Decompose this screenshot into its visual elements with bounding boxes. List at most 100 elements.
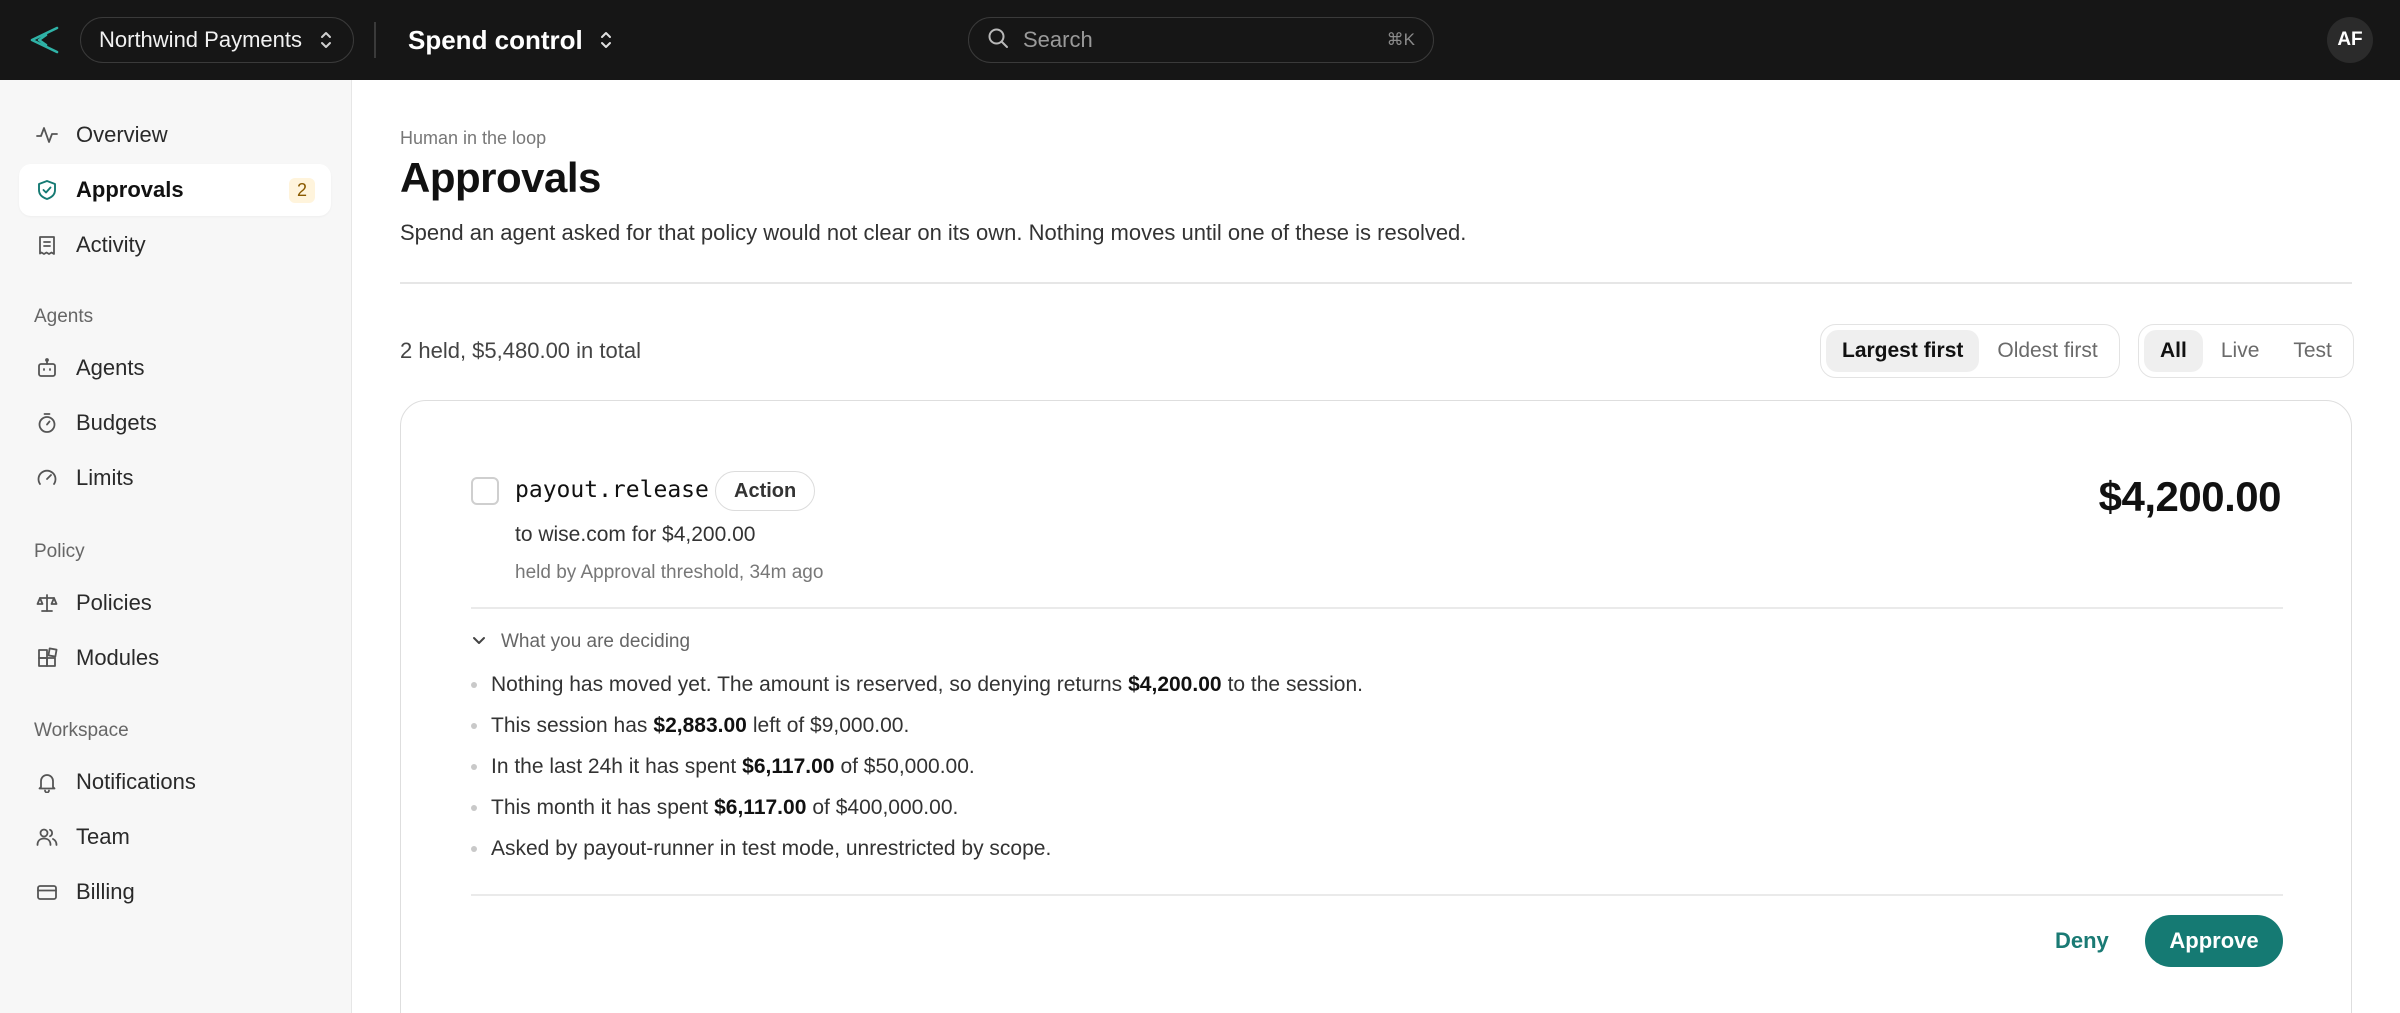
credit-card-icon bbox=[35, 880, 59, 904]
search-input[interactable]: Search ⌘K bbox=[968, 17, 1434, 63]
action-name: payout.release bbox=[515, 477, 709, 503]
sidebar-item-approvals[interactable]: Approvals 2 bbox=[19, 164, 331, 216]
bot-icon bbox=[35, 356, 59, 380]
users-icon bbox=[35, 825, 59, 849]
disclosure-label: What you are deciding bbox=[501, 631, 691, 652]
sidebar-item-modules[interactable]: Modules bbox=[19, 632, 331, 684]
deny-button[interactable]: Deny bbox=[2037, 915, 2127, 967]
sidebar-item-notifications[interactable]: Notifications bbox=[19, 756, 331, 808]
search-placeholder: Search bbox=[1023, 27, 1093, 52]
bullet-icon bbox=[471, 846, 477, 852]
sidebar-section-policy: Policy bbox=[34, 541, 85, 562]
user-avatar[interactable]: AF bbox=[2327, 17, 2373, 63]
receipt-icon bbox=[35, 233, 59, 257]
sidebar-item-label: Limits bbox=[76, 465, 134, 490]
decision-fact: This month it has spent $6,117.00 of $40… bbox=[471, 796, 958, 820]
approval-card: payout.release Action to wise.com for $4… bbox=[400, 400, 2352, 1013]
gauge-icon bbox=[35, 466, 59, 490]
sidebar-item-team[interactable]: Team bbox=[19, 811, 331, 863]
fact-amount: $4,200.00 bbox=[1128, 673, 1222, 696]
approve-button[interactable]: Approve bbox=[2145, 915, 2283, 967]
decision-details-toggle[interactable]: What you are deciding bbox=[471, 631, 690, 653]
shield-check-icon bbox=[35, 178, 59, 202]
header-divider bbox=[374, 22, 376, 58]
header-divider bbox=[400, 282, 2352, 284]
sidebar-item-label: Activity bbox=[76, 232, 146, 257]
bullet-icon bbox=[471, 682, 477, 688]
chevron-up-down-icon bbox=[317, 28, 335, 52]
fact-text: This session has bbox=[491, 714, 648, 737]
chevron-down-icon bbox=[471, 632, 487, 653]
mode-toggle: All Live Test bbox=[2138, 324, 2354, 378]
sidebar-item-budgets[interactable]: Budgets bbox=[19, 397, 331, 449]
sort-oldest-first[interactable]: Oldest first bbox=[1981, 330, 2113, 372]
card-divider bbox=[471, 894, 2283, 896]
fact-text: left of $9,000.00. bbox=[752, 714, 910, 737]
org-name: Northwind Payments bbox=[99, 27, 302, 52]
sidebar-item-label: Team bbox=[76, 824, 130, 849]
sidebar-item-label: Modules bbox=[76, 645, 160, 670]
stopwatch-icon bbox=[35, 411, 59, 435]
sidebar-item-label: Billing bbox=[76, 879, 135, 904]
sidebar-item-agents[interactable]: Agents bbox=[19, 342, 331, 394]
top-bar: Northwind Payments Spend control Search … bbox=[0, 0, 2400, 80]
fact-text: of $400,000.00. bbox=[812, 796, 959, 819]
sidebar-item-policies[interactable]: Policies bbox=[19, 577, 331, 629]
sidebar: Overview Approvals 2 Activity Agents Age… bbox=[0, 80, 352, 1013]
search-icon bbox=[987, 27, 1009, 54]
decision-fact: This session has $2,883.00 left of $9,00… bbox=[471, 714, 909, 738]
fact-amount: $6,117.00 bbox=[742, 755, 835, 778]
activity-icon bbox=[35, 123, 59, 147]
mode-live[interactable]: Live bbox=[2205, 330, 2276, 372]
card-divider bbox=[471, 607, 2283, 609]
decision-fact: In the last 24h it has spent $6,117.00 o… bbox=[471, 755, 975, 779]
fact-text: This month it has spent bbox=[491, 796, 709, 819]
scale-icon bbox=[35, 591, 59, 615]
sort-toggle: Largest first Oldest first bbox=[1820, 324, 2120, 378]
search-shortcut: ⌘K bbox=[1386, 30, 1415, 49]
fact-text: of $50,000.00. bbox=[840, 755, 975, 778]
action-description: to wise.com for $4,200.00 bbox=[515, 523, 756, 546]
sidebar-item-limits[interactable]: Limits bbox=[19, 452, 331, 504]
page-eyebrow: Human in the loop bbox=[400, 128, 547, 148]
sort-largest-first[interactable]: Largest first bbox=[1826, 330, 1980, 372]
product-name: Spend control bbox=[408, 24, 583, 55]
approvals-count-badge: 2 bbox=[288, 177, 315, 203]
main-content: Human in the loop Approvals Spend an age… bbox=[352, 80, 2400, 1013]
sidebar-item-label: Budgets bbox=[76, 410, 157, 435]
sidebar-item-overview[interactable]: Overview bbox=[19, 109, 331, 161]
app-logo-icon[interactable] bbox=[24, 20, 64, 60]
decision-fact: Nothing has moved yet. The amount is res… bbox=[471, 673, 1363, 697]
sidebar-section-workspace: Workspace bbox=[34, 720, 129, 741]
bell-icon bbox=[35, 770, 59, 794]
chevron-up-down-icon bbox=[597, 28, 615, 52]
sidebar-item-label: Approvals bbox=[76, 177, 184, 202]
approval-amount: $4,200.00 bbox=[2098, 473, 2282, 520]
fact-text: to the session. bbox=[1227, 673, 1363, 696]
held-by-text: held by Approval threshold, 34m ago bbox=[515, 562, 824, 583]
sidebar-item-billing[interactable]: Billing bbox=[19, 866, 331, 918]
sidebar-item-label: Overview bbox=[76, 122, 168, 147]
action-type-tag: Action bbox=[715, 471, 816, 511]
decision-fact: Asked by payout-runner in test mode, unr… bbox=[471, 837, 1051, 861]
sidebar-section-agents: Agents bbox=[34, 306, 94, 327]
fact-text: Nothing has moved yet. The amount is res… bbox=[491, 673, 1123, 696]
product-switcher[interactable]: Spend control bbox=[408, 22, 615, 58]
sidebar-item-label: Agents bbox=[76, 355, 145, 380]
fact-text: In the last 24h it has spent bbox=[491, 755, 737, 778]
page-description: Spend an agent asked for that policy wou… bbox=[400, 220, 1467, 245]
fact-amount: $2,883.00 bbox=[653, 714, 747, 737]
sidebar-item-activity[interactable]: Activity bbox=[19, 219, 331, 271]
bullet-icon bbox=[471, 723, 477, 729]
page-title: Approvals bbox=[400, 154, 601, 201]
approval-select-checkbox[interactable] bbox=[471, 477, 499, 505]
fact-amount: $6,117.00 bbox=[714, 796, 807, 819]
mode-test[interactable]: Test bbox=[2277, 330, 2348, 372]
mode-all[interactable]: All bbox=[2144, 330, 2203, 372]
blocks-icon bbox=[35, 646, 59, 670]
org-switcher[interactable]: Northwind Payments bbox=[80, 17, 354, 63]
bullet-icon bbox=[471, 805, 477, 811]
sidebar-item-label: Policies bbox=[76, 590, 152, 615]
sidebar-item-label: Notifications bbox=[76, 769, 196, 794]
bullet-icon bbox=[471, 764, 477, 770]
